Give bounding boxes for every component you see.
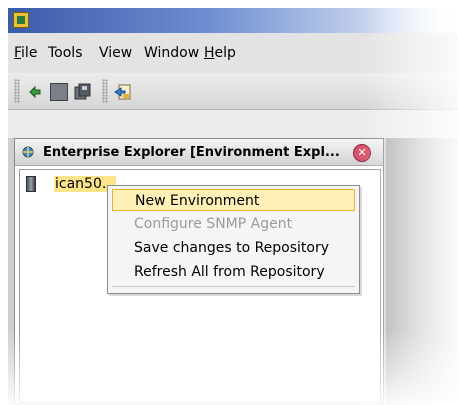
- toolbar-grip[interactable]: [14, 79, 20, 103]
- menu-help-label: elp: [214, 45, 236, 61]
- save-all-icon[interactable]: [74, 83, 92, 101]
- menu-bar: File Tools View Window Help: [8, 33, 458, 73]
- menu-item-refresh-all[interactable]: Refresh All from Repository: [112, 261, 355, 283]
- context-menu: New Environment Configure SNMP Agent Sav…: [107, 185, 360, 294]
- menu-separator: [112, 286, 355, 287]
- menu-help-mnemonic: H: [204, 45, 215, 61]
- menu-view[interactable]: View: [99, 45, 132, 61]
- app-window: File Tools View Window Help Enterprise E…: [8, 8, 458, 405]
- menu-help[interactable]: Help: [204, 45, 236, 61]
- menu-item-configure-snmp-agent: Configure SNMP Agent: [134, 216, 293, 232]
- explorer-icon: [21, 145, 35, 159]
- save-icon[interactable]: [50, 83, 68, 101]
- server-icon: [26, 176, 36, 192]
- import-icon[interactable]: [114, 83, 132, 101]
- menu-file-mnemonic: F: [14, 45, 22, 61]
- menu-file[interactable]: File: [14, 45, 37, 61]
- title-bar: [8, 8, 458, 33]
- status-band: [8, 110, 458, 138]
- panel-header: Enterprise Explorer [Environment Expl...…: [15, 139, 383, 166]
- toolbar-grip-2[interactable]: [102, 79, 108, 103]
- menu-tools[interactable]: Tools: [48, 45, 83, 61]
- menu-item-save-changes[interactable]: Save changes to Repository: [112, 237, 355, 259]
- menu-file-label: ile: [21, 45, 38, 61]
- refresh-icon[interactable]: [26, 83, 44, 101]
- menu-window[interactable]: Window: [144, 45, 199, 61]
- panel-title: Enterprise Explorer [Environment Expl...: [43, 145, 340, 160]
- editor-area: [386, 138, 458, 405]
- close-icon[interactable]: ✕: [353, 144, 371, 162]
- toolbar: [8, 73, 458, 110]
- app-icon[interactable]: [13, 12, 29, 28]
- menu-item-new-environment[interactable]: New Environment: [112, 189, 355, 211]
